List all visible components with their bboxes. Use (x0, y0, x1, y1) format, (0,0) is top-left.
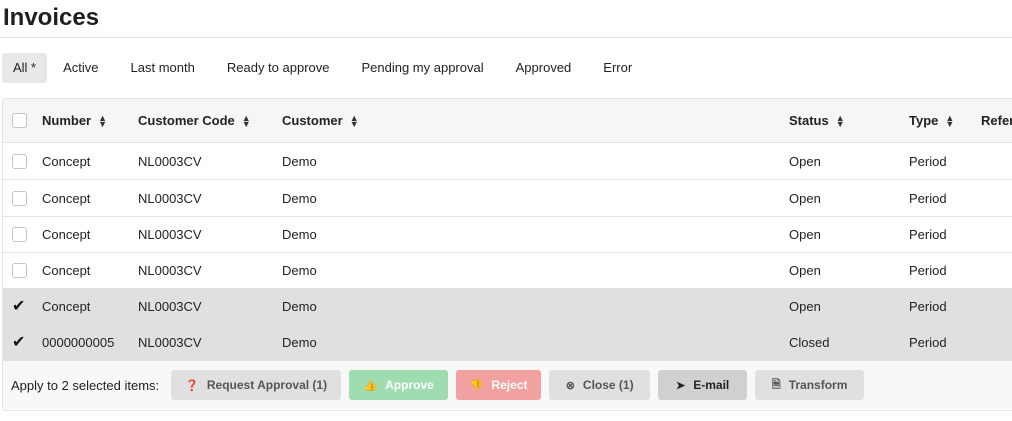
tab-last-month[interactable]: Last month (115, 53, 211, 83)
question-circle-icon: ❓ (185, 379, 199, 392)
invoices-table: Number ▲ ▼ Customer Code ▲ ▼ Customer ▲ ▼ Stat… (2, 98, 1012, 411)
column-header-type[interactable]: Type ▲ ▼ (909, 99, 954, 142)
cell-number: Concept (42, 262, 91, 278)
cell-type: Period (909, 298, 947, 314)
row-checkbox[interactable]: ✔ (12, 324, 25, 360)
cell-number: Concept (42, 226, 91, 242)
cell-status: Open (789, 226, 821, 242)
cell-number: 0000000005 (42, 334, 115, 350)
thumbs-up-icon: 👍 (363, 379, 378, 392)
tab-all[interactable]: All * (2, 53, 48, 83)
transform-button[interactable]: 🗎 Transform (755, 370, 865, 400)
reject-button[interactable]: 👎 Reject (456, 370, 542, 400)
cell-customer-code: NL0003CV (138, 153, 202, 169)
cell-status: Open (789, 298, 821, 314)
thumbs-down-icon: 👎 (469, 379, 484, 392)
email-button[interactable]: ➤ E-mail (658, 370, 748, 400)
close-button[interactable]: ⊗ Close (1) (549, 370, 651, 400)
tab-error[interactable]: Error (587, 53, 648, 83)
cell-customer-code: NL0003CV (138, 334, 202, 350)
column-header-customer-code[interactable]: Customer Code ▲ ▼ (138, 99, 251, 142)
cell-customer-code: NL0003CV (138, 298, 202, 314)
row-checkbox[interactable]: ✔ (12, 288, 25, 324)
paper-plane-icon: ➤ (676, 379, 686, 392)
request-approval-button[interactable]: ❓ Request Approval (1) (171, 370, 342, 400)
select-all-checkbox[interactable] (12, 99, 27, 142)
cell-status: Closed (789, 334, 830, 350)
bulk-action-bar: Apply to 2 selected items: ❓ Request Appr… (3, 361, 1012, 409)
cell-status: Open (789, 262, 821, 278)
cell-status: Open (789, 153, 821, 169)
tab-ready-to-approve[interactable]: Ready to approve (211, 53, 346, 83)
sort-icon: ▲ ▼ (98, 112, 108, 129)
cell-type: Period (909, 190, 947, 206)
cell-number: Concept (42, 298, 91, 314)
page-title: Invoices (3, 4, 100, 31)
title-divider (0, 37, 1012, 38)
row-checkbox[interactable] (12, 252, 27, 288)
row-checkbox[interactable] (12, 143, 27, 179)
row-checkbox[interactable] (12, 216, 27, 252)
cell-customer-code: NL0003CV (138, 262, 202, 278)
cell-status: Open (789, 190, 821, 206)
cell-customer: Demo (282, 334, 317, 350)
table-row[interactable]: Concept NL0003CV Demo Open Period (3, 252, 1012, 289)
table-row[interactable]: Concept NL0003CV Demo Open Period (3, 143, 1012, 180)
tab-approved[interactable]: Approved (500, 53, 588, 83)
cell-customer: Demo (282, 226, 317, 242)
close-circle-icon: ⊗ (565, 379, 575, 392)
approve-button[interactable]: 👍 Approve (349, 370, 449, 400)
table-row[interactable]: ✔ Concept NL0003CV Demo Open Period (3, 288, 1012, 325)
checkmark-icon: ✔ (12, 297, 26, 315)
cell-customer: Demo (282, 190, 317, 206)
cell-type: Period (909, 334, 947, 350)
file-icon: 🗎 (771, 378, 781, 391)
table-header-row: Number ▲ ▼ Customer Code ▲ ▼ Customer ▲ ▼ Stat… (3, 99, 1012, 143)
filter-tabs: All * Active Last month Ready to approve… (2, 53, 648, 83)
cell-number: Concept (42, 153, 91, 169)
column-header-customer[interactable]: Customer ▲ ▼ (282, 99, 359, 142)
tab-pending-my-approval[interactable]: Pending my approval (345, 53, 499, 83)
checkmark-icon: ✔ (12, 333, 26, 351)
cell-customer-code: NL0003CV (138, 226, 202, 242)
bulk-action-label: Apply to 2 selected items: (11, 377, 160, 393)
sort-icon: ▲ ▼ (835, 112, 845, 129)
cell-customer: Demo (282, 298, 317, 314)
cell-customer: Demo (282, 153, 317, 169)
cell-type: Period (909, 153, 947, 169)
column-header-reference[interactable]: Refer (981, 99, 1012, 142)
sort-icon: ▲ ▼ (349, 112, 359, 129)
sort-icon: ▲ ▼ (241, 112, 251, 129)
cell-customer-code: NL0003CV (138, 190, 202, 206)
table-row[interactable]: ✔ 0000000005 NL0003CV Demo Closed Period (3, 324, 1012, 361)
cell-type: Period (909, 226, 947, 242)
tab-active[interactable]: Active (47, 53, 114, 83)
cell-type: Period (909, 262, 947, 278)
column-header-status[interactable]: Status ▲ ▼ (789, 99, 845, 142)
cell-number: Concept (42, 190, 91, 206)
table-row[interactable]: Concept NL0003CV Demo Open Period (3, 180, 1012, 217)
column-header-number[interactable]: Number ▲ ▼ (42, 99, 107, 142)
cell-customer: Demo (282, 262, 317, 278)
sort-icon: ▲ ▼ (945, 112, 955, 129)
row-checkbox[interactable] (12, 180, 27, 216)
table-row[interactable]: Concept NL0003CV Demo Open Period (3, 216, 1012, 253)
